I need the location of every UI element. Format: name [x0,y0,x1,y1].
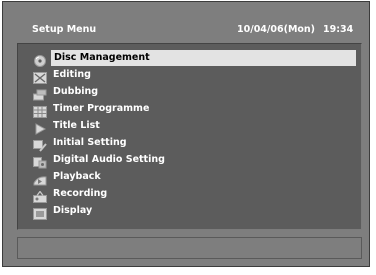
date-display: 10/04/06(Mon) [237,24,316,35]
speaker-icon [33,154,47,169]
menu-item-dubbing[interactable]: Dubbing [18,84,348,101]
menu-item-label: Digital Audio Setting [53,154,165,165]
menu-item-label: Dubbing [53,86,99,97]
menu-item-digital-audio-setting[interactable]: Digital Audio Setting [18,152,348,169]
menu-item-label: Disc Management [54,52,150,63]
display-icon [33,205,47,220]
timer-grid-icon [33,103,47,118]
menu-title: Setup Menu [32,24,97,35]
scissors-icon [33,69,47,84]
wrench-icon [33,137,47,152]
menu-item-label: Playback [53,171,101,182]
menu-item-label: Timer Programme [53,103,150,114]
menu-item-timer-programme[interactable]: Timer Programme [18,101,348,118]
menu-item-editing[interactable]: Editing [18,67,348,84]
menu-item-recording[interactable]: Recording [18,186,348,203]
play-icon [33,120,47,135]
setup-menu-screen: Setup Menu 10/04/06(Mon) 19:34 Disc Mana… [2,1,370,267]
menu-panel: Disc Management Editing Dubbing Timer Pr… [17,43,362,230]
disc-icon [33,52,47,67]
dubbing-icon [33,86,47,101]
menu-item-label: Initial Setting [53,137,127,148]
menu-item-initial-setting[interactable]: Initial Setting [18,135,348,152]
status-bar [17,237,362,259]
playback-icon [33,171,47,186]
menu-item-label: Title List [53,120,100,131]
menu-item-title-list[interactable]: Title List [18,118,348,135]
recording-icon [33,188,47,203]
menu-item-playback[interactable]: Playback [18,169,348,186]
menu-item-label: Recording [53,188,108,199]
menu-item-display[interactable]: Display [18,203,348,220]
menu-item-label: Display [53,205,93,216]
time-display: 19:34 [323,24,354,35]
menu-item-label: Editing [53,69,91,80]
menu-item-disc-management[interactable]: Disc Management [18,50,356,67]
header-bar: Setup Menu 10/04/06(Mon) 19:34 [17,18,362,38]
